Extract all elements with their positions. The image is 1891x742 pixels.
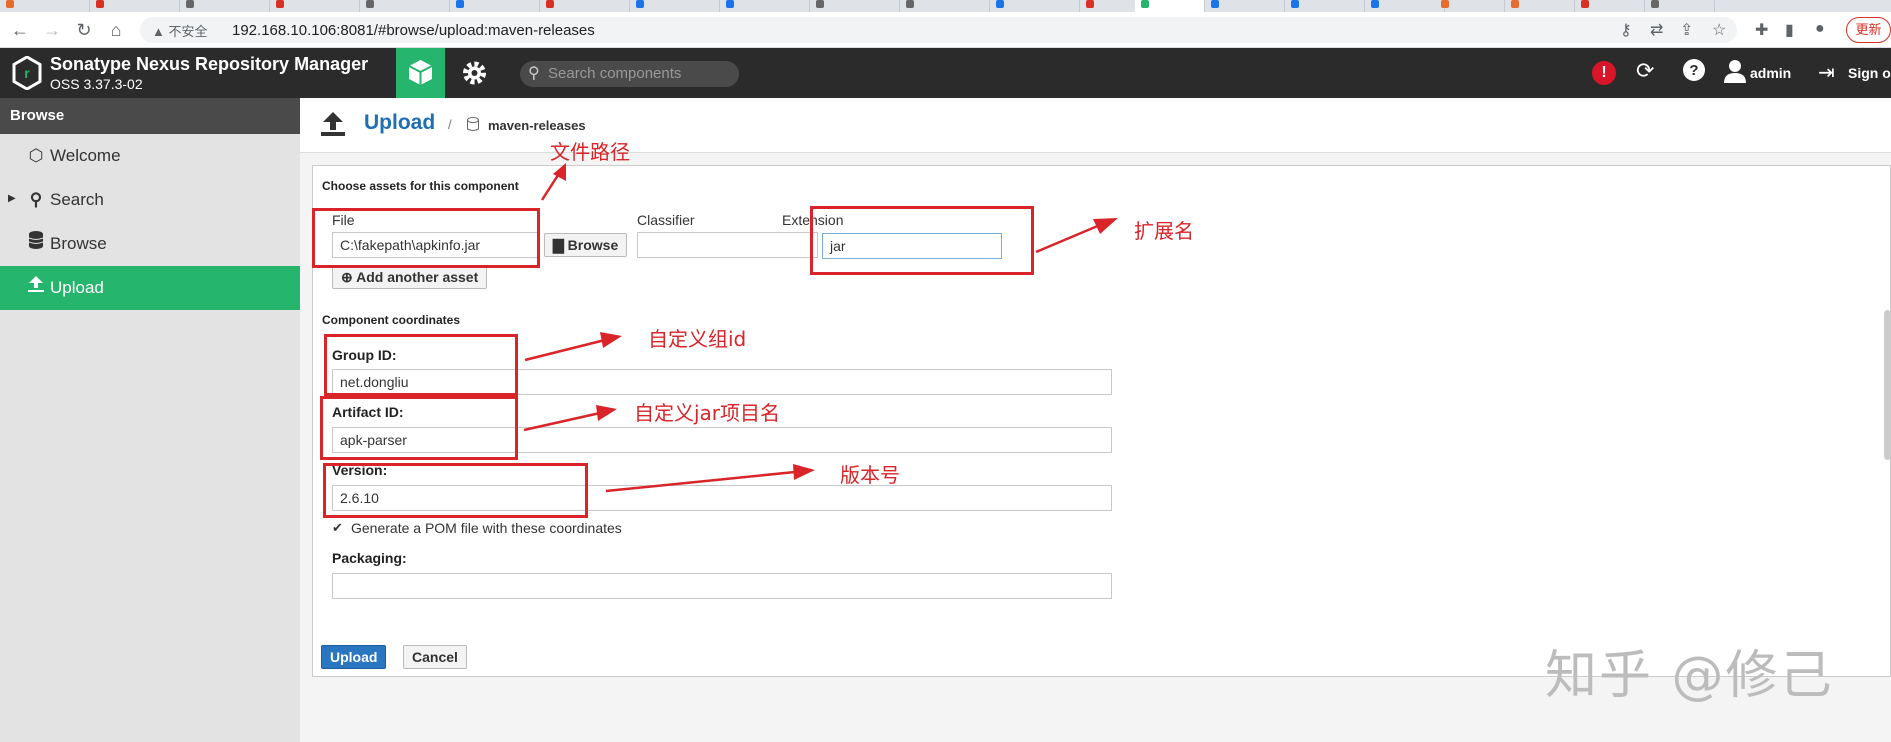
annotation-group: 自定义组id xyxy=(648,327,747,351)
annotation-extension: 扩展名 xyxy=(1134,219,1194,243)
annotation-file-path: 文件路径 xyxy=(550,140,630,164)
annotation-artifact: 自定义jar项目名 xyxy=(634,401,781,425)
annotation-version: 版本号 xyxy=(840,463,900,487)
annotation-arrows xyxy=(523,163,1118,493)
watermark: 知乎 @修己 xyxy=(1545,646,1834,706)
